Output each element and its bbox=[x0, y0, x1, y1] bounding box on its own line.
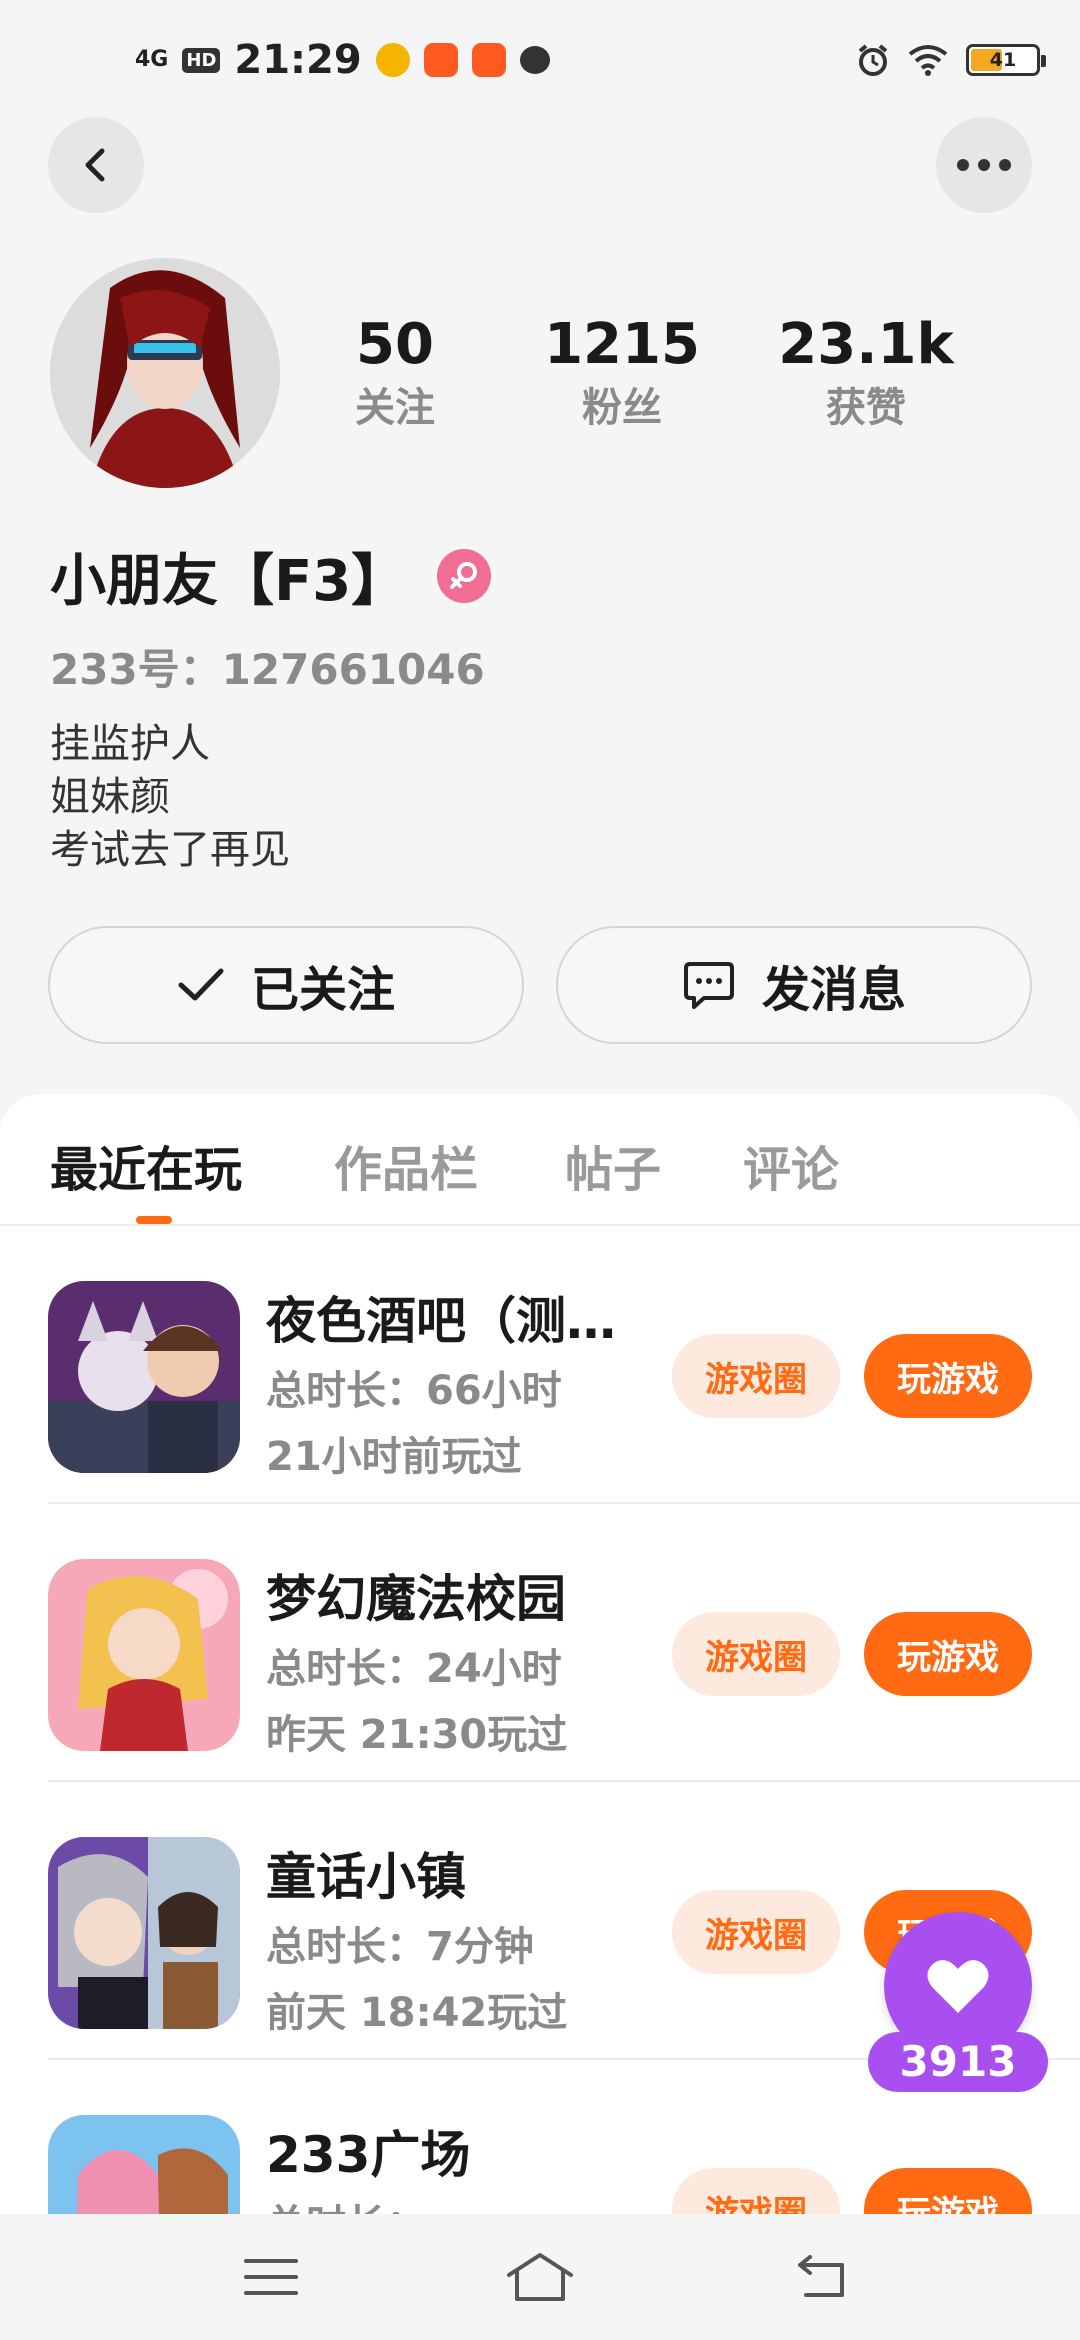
tab-recently-played[interactable]: 最近在玩 bbox=[50, 1130, 242, 1200]
battery-icon: 41 bbox=[966, 44, 1046, 76]
user-id: 233号：127661046 bbox=[50, 645, 485, 694]
avatar[interactable] bbox=[50, 258, 280, 488]
game-title: 童话小镇 bbox=[266, 1848, 466, 1906]
back-nav-button[interactable] bbox=[786, 2242, 856, 2312]
game-title: 梦幻魔法校园 bbox=[266, 1570, 566, 1628]
like-float-button[interactable]: 3913 bbox=[868, 1912, 1048, 2092]
wifi-icon bbox=[908, 45, 948, 76]
tab-posts[interactable]: 帖子 bbox=[565, 1130, 661, 1200]
female-icon bbox=[437, 549, 492, 603]
home-button[interactable] bbox=[505, 2242, 575, 2312]
system-nav-bar bbox=[0, 2214, 1080, 2340]
play-game-button[interactable]: 玩游戏 bbox=[864, 1612, 1032, 1696]
app-notification-icon bbox=[423, 43, 458, 77]
game-last-played: 21小时前玩过 bbox=[266, 1434, 522, 1480]
tab-bar: 最近在玩 作品栏 帖子 评论 bbox=[0, 1094, 1080, 1226]
likes-count: 23.1k bbox=[778, 312, 954, 377]
game-list-item[interactable]: 夜色酒吧（测… 总时长：66小时 21小时前玩过 游戏圈 玩游戏 bbox=[48, 1226, 1080, 1504]
followed-label: 已关注 bbox=[250, 962, 395, 1018]
clock: 21:29 bbox=[234, 37, 362, 83]
like-count: 3913 bbox=[868, 2032, 1048, 2092]
following-label: 关注 bbox=[355, 385, 435, 431]
send-message-button[interactable]: 发消息 bbox=[556, 926, 1032, 1044]
game-circle-button[interactable]: 游戏圈 bbox=[672, 1612, 840, 1696]
followers-stat[interactable]: 1215 粉丝 bbox=[532, 310, 712, 436]
bio-line: 考试去了再见 bbox=[50, 827, 290, 873]
bio-line: 挂监护人 bbox=[50, 721, 210, 767]
game-circle-button[interactable]: 游戏圈 bbox=[672, 1890, 840, 1974]
app-notification-icon bbox=[375, 43, 410, 77]
tab-works[interactable]: 作品栏 bbox=[334, 1130, 478, 1200]
chat-bubble-icon bbox=[683, 962, 734, 1009]
game-thumbnail[interactable] bbox=[48, 1281, 240, 1473]
hd-badge: HD bbox=[182, 47, 221, 73]
alarm-icon bbox=[858, 44, 888, 76]
game-list-item[interactable]: 梦幻魔法校园 总时长：24小时 昨天 21:30玩过 游戏圈 玩游戏 bbox=[48, 1504, 1080, 1782]
game-title: 夜色酒吧（测… bbox=[266, 1292, 616, 1350]
return-icon bbox=[798, 2255, 844, 2297]
game-duration: 总时长：24小时 bbox=[266, 1646, 562, 1692]
game-circle-button[interactable]: 游戏圈 bbox=[672, 1334, 840, 1418]
bio: 挂监护人 姐妹颜 考试去了再见 bbox=[50, 718, 290, 877]
home-icon bbox=[507, 2253, 573, 2301]
tab-comments[interactable]: 评论 bbox=[743, 1130, 839, 1200]
menu-icon bbox=[244, 2259, 298, 2295]
send-message-label: 发消息 bbox=[761, 962, 906, 1018]
more-icon bbox=[957, 159, 1011, 171]
app-notification-icon bbox=[471, 43, 506, 77]
more-options-button[interactable] bbox=[936, 117, 1032, 213]
heart-icon bbox=[927, 1960, 989, 2013]
check-icon bbox=[178, 968, 224, 1001]
game-thumbnail[interactable] bbox=[48, 1837, 240, 2029]
game-last-played: 昨天 21:30玩过 bbox=[266, 1712, 568, 1758]
play-game-button[interactable]: 玩游戏 bbox=[864, 2168, 1032, 2214]
battery-level: 41 bbox=[989, 49, 1017, 71]
status-bar: 4G HD 21:29 41 bbox=[0, 0, 1080, 120]
likes-label: 获赞 bbox=[826, 385, 906, 431]
back-button[interactable] bbox=[48, 117, 144, 213]
likes-stat[interactable]: 23.1k 获赞 bbox=[776, 310, 956, 436]
game-last-played: 前天 18:42玩过 bbox=[266, 1990, 568, 2036]
username-row: 小朋友【F3】 bbox=[50, 538, 492, 614]
game-thumbnail[interactable] bbox=[48, 2115, 240, 2214]
followers-count: 1215 bbox=[544, 312, 700, 377]
signal-indicator: 4G bbox=[135, 47, 169, 72]
chevron-left-icon bbox=[85, 148, 105, 182]
game-thumbnail[interactable] bbox=[48, 1559, 240, 1751]
following-count: 50 bbox=[356, 312, 434, 377]
game-duration: 总时长：7分钟 bbox=[266, 1924, 534, 1970]
bio-line: 姐妹颜 bbox=[50, 774, 170, 820]
game-circle-button[interactable]: 游戏圈 bbox=[672, 2168, 840, 2214]
play-game-button[interactable]: 玩游戏 bbox=[864, 1334, 1032, 1418]
menu-button[interactable] bbox=[236, 2242, 306, 2312]
game-duration: 总时长： bbox=[266, 2192, 426, 2214]
username: 小朋友【F3】 bbox=[50, 548, 408, 614]
following-stat[interactable]: 50 关注 bbox=[305, 310, 485, 436]
message-notification-icon bbox=[519, 46, 550, 74]
followers-label: 粉丝 bbox=[582, 385, 662, 431]
game-duration: 总时长：66小时 bbox=[266, 1368, 562, 1414]
followed-button[interactable]: 已关注 bbox=[48, 926, 524, 1044]
active-tab-indicator bbox=[136, 1216, 172, 1224]
game-title: 233广场 bbox=[266, 2126, 471, 2184]
